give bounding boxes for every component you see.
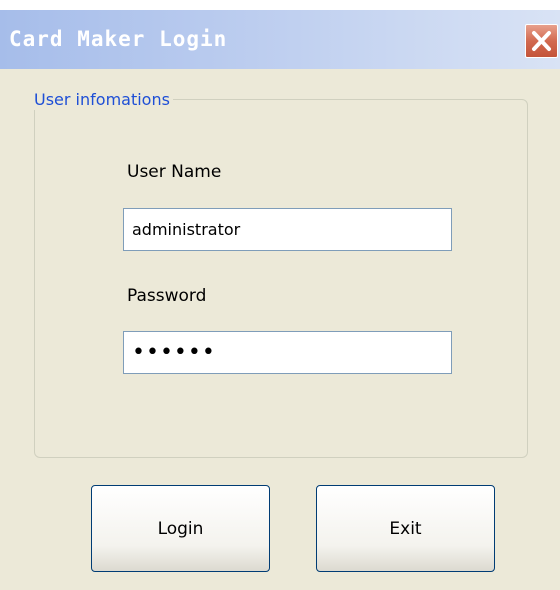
login-dialog: Card Maker Login User infomations User N… [0, 10, 560, 590]
window-title: Card Maker Login [9, 27, 228, 51]
close-button[interactable] [525, 24, 558, 58]
exit-button[interactable]: Exit [316, 485, 495, 572]
groupbox-legend: User infomations [31, 90, 173, 110]
login-button[interactable]: Login [91, 485, 270, 572]
password-label: Password [127, 286, 207, 306]
close-icon [532, 31, 551, 51]
user-info-groupbox [34, 99, 528, 458]
username-value: administrator [132, 220, 241, 239]
password-field[interactable]: •••••• [123, 331, 452, 374]
username-field[interactable]: administrator [123, 208, 452, 251]
password-value: •••••• [132, 340, 216, 365]
username-label: User Name [127, 162, 222, 182]
title-bar[interactable]: Card Maker Login [0, 10, 560, 69]
